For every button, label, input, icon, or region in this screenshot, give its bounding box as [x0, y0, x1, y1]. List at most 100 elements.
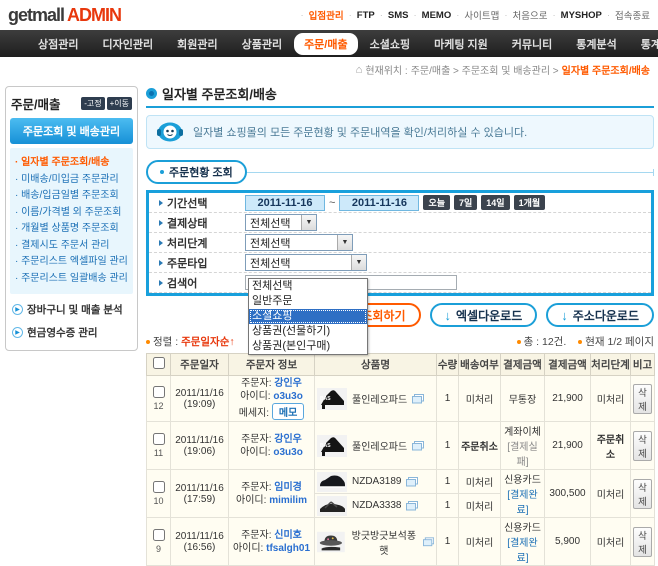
popup-window-icon[interactable]	[412, 394, 424, 404]
logo[interactable]: getmallADMIN	[8, 5, 121, 26]
delete-button[interactable]: 삭제	[633, 384, 652, 414]
row-checkbox[interactable]	[153, 529, 165, 541]
sidebar: 주문/매출 -고정 +이동 주문조회 및 배송관리 일자별 주문조회/배송 미배…	[5, 86, 138, 351]
payment-cell: 신용카드[결제완료]	[501, 518, 545, 566]
qty-cell: 1	[437, 470, 459, 494]
process-step-select[interactable]: 전체선택▼	[245, 234, 353, 251]
sidebar-item-by-shipdate[interactable]: 배송/입금일별 주문조회	[15, 188, 128, 205]
step-cell: 주문취소	[591, 422, 631, 470]
date-from-input[interactable]	[245, 195, 325, 211]
order-type-select[interactable]: 전체선택▼	[245, 254, 367, 271]
dropdown-option-social[interactable]: 소셜쇼핑	[249, 309, 367, 324]
top-link-memo[interactable]: MEMO	[422, 10, 452, 21]
row-checkbox[interactable]	[153, 481, 165, 493]
sneaker-image	[317, 472, 347, 492]
dropdown-option-giftcard-self[interactable]: 상품권(본인구매)	[249, 339, 367, 354]
sidebar-item-by-name-price[interactable]: 이름/가격별 외 주문조회	[15, 205, 128, 222]
top-link-partner[interactable]: 입점관리	[309, 8, 344, 22]
excel-download-button[interactable]: ↓ 엑셀다운로드	[430, 303, 538, 327]
nav-store[interactable]: 상점관리	[26, 32, 90, 56]
nav-social[interactable]: 소셜쇼핑	[358, 32, 422, 56]
delete-button[interactable]: 삭제	[633, 527, 652, 557]
sidebar-link-cash-receipt[interactable]: ▶ 현금영수증 관리	[12, 325, 131, 340]
memo-button[interactable]: 메모	[272, 403, 304, 420]
delete-button[interactable]: 삭제	[633, 479, 652, 509]
qty-cell: 1	[437, 494, 459, 518]
popup-window-icon[interactable]	[406, 501, 418, 511]
svg-text:BAS: BAS	[320, 443, 331, 449]
info-text: 일자별 쇼핑몰의 모든 주문현황 및 주문내역을 확인/처리하실 수 있습니다.	[193, 124, 527, 140]
top-link-sms[interactable]: SMS	[388, 10, 409, 21]
nav-marketing[interactable]: 마케팅 지원	[422, 32, 500, 56]
address-download-button[interactable]: ↓ 주소다운로드	[546, 303, 654, 327]
table-header-row: 주문일자 주문자 정보 상품명 수량 배송여부 결제금액 결제금액 처리단계 비…	[147, 354, 655, 376]
orderer-name-link[interactable]: 신미호	[274, 530, 302, 541]
section-line	[247, 172, 654, 173]
move-button[interactable]: +이동	[107, 97, 132, 110]
sidebar-item-payment-attempts[interactable]: 결제시도 주문서 관리	[15, 238, 128, 255]
nav-member[interactable]: 회원관리	[165, 32, 229, 56]
sidebar-item-bulk-shipping[interactable]: 주문리스트 일괄배송 관리	[15, 271, 128, 288]
orderer-name-link[interactable]: 강인우	[274, 378, 302, 389]
sidebar-link-cart-analysis[interactable]: ▶ 장바구니 및 매출 분석	[12, 302, 131, 317]
payment-status-select[interactable]: 전체선택▼	[245, 214, 317, 231]
dropdown-option-giftcard-gift[interactable]: 상품권(선물하기)	[249, 324, 367, 339]
delete-button[interactable]: 삭제	[633, 431, 652, 461]
sidebar-item-unshipped[interactable]: 미배송/미입금 주문관리	[15, 172, 128, 189]
quick-7days-button[interactable]: 7일	[454, 195, 477, 210]
nav-community[interactable]: 커뮤니티	[500, 32, 564, 56]
user-id-link[interactable]: mimilim	[269, 495, 307, 506]
row-checkbox[interactable]	[153, 386, 165, 398]
nav-order-active[interactable]: 주문/매출	[294, 33, 358, 55]
row-checkbox[interactable]	[153, 433, 165, 445]
top-link-logout[interactable]: 접속종료	[615, 8, 650, 22]
top-link-sitemap[interactable]: 사이트맵	[464, 8, 499, 22]
sidebar-item-monthly-product[interactable]: 개월별 상품명 주문조회	[15, 221, 128, 238]
top-link-ftp[interactable]: FTP	[357, 10, 375, 21]
user-id-link[interactable]: tfsalgh01	[266, 543, 310, 554]
amount-cell: 21,900	[545, 376, 591, 422]
user-id-link[interactable]: o3u3o	[273, 447, 302, 458]
user-id-link[interactable]: o3u3o	[273, 391, 302, 402]
nav-stats-1[interactable]: 통계분석	[564, 32, 628, 56]
pin-button[interactable]: -고정	[81, 97, 104, 110]
top-link-home[interactable]: 처음으로	[513, 8, 548, 22]
date-to-input[interactable]	[339, 195, 419, 211]
select-all-checkbox[interactable]	[153, 357, 165, 369]
dropdown-option-all[interactable]: 전체선택	[249, 279, 367, 294]
helper-face-icon	[157, 121, 183, 143]
popup-window-icon[interactable]	[423, 537, 434, 547]
nav-product[interactable]: 상품관리	[230, 32, 294, 56]
sidebar-item-excel-list[interactable]: 주문리스트 엑셀파일 관리	[15, 254, 128, 271]
sidebar-section-title[interactable]: 주문조회 및 배송관리	[10, 118, 133, 144]
dot-separator: ·	[607, 10, 610, 21]
orders-table: 주문일자 주문자 정보 상품명 수량 배송여부 결제금액 결제금액 처리단계 비…	[146, 353, 655, 566]
top-link-myshop[interactable]: MYSHOP	[561, 10, 602, 21]
popup-window-icon[interactable]	[412, 441, 424, 451]
col-amount: 결제금액	[545, 354, 591, 376]
svg-text:BAS: BAS	[320, 396, 331, 402]
orderer-name-link[interactable]: 강인우	[274, 434, 302, 445]
quick-1month-button[interactable]: 1개월	[514, 195, 546, 210]
main-content: 일자별 주문조회/배송 일자별 쇼핑몰의 모든 주문현황 및 주문내역을 확인/…	[146, 84, 654, 566]
sort-info: 정렬 : 주문일자순↑	[146, 334, 235, 349]
dropdown-option-normal[interactable]: 일반주문	[249, 294, 367, 309]
sidebar-item-daily-orders[interactable]: 일자별 주문조회/배송	[15, 155, 128, 172]
search-row-period: 기간선택 ~ 오늘 7일 14일 1개월	[149, 193, 651, 213]
dot-separator: ·	[456, 10, 459, 21]
nav-stats-2[interactable]: 통계분석	[629, 32, 658, 56]
quick-today-button[interactable]: 오늘	[423, 195, 450, 210]
home-icon: ⌂	[356, 64, 363, 76]
sort-order-link[interactable]: 주문일자순↑	[181, 336, 235, 348]
arrow-bullet-icon	[159, 240, 163, 246]
order-date-cell: 2011/11/16(19:06)	[171, 422, 229, 470]
orderer-name-link[interactable]: 임미경	[274, 482, 302, 493]
nav-design[interactable]: 디자인관리	[90, 32, 165, 56]
heel-shoe-image: BAS	[317, 388, 347, 410]
payment-note: [결제완료]	[503, 534, 542, 564]
quick-14days-button[interactable]: 14일	[481, 195, 509, 210]
popup-window-icon[interactable]	[406, 477, 418, 487]
table-row: 12 2011/11/16(19:09) 주문자: 강인우 아이디: o3u3o…	[147, 376, 655, 422]
product-name: 풀인레오파드	[352, 391, 407, 406]
total-count: 총 : 12건.	[517, 334, 567, 349]
